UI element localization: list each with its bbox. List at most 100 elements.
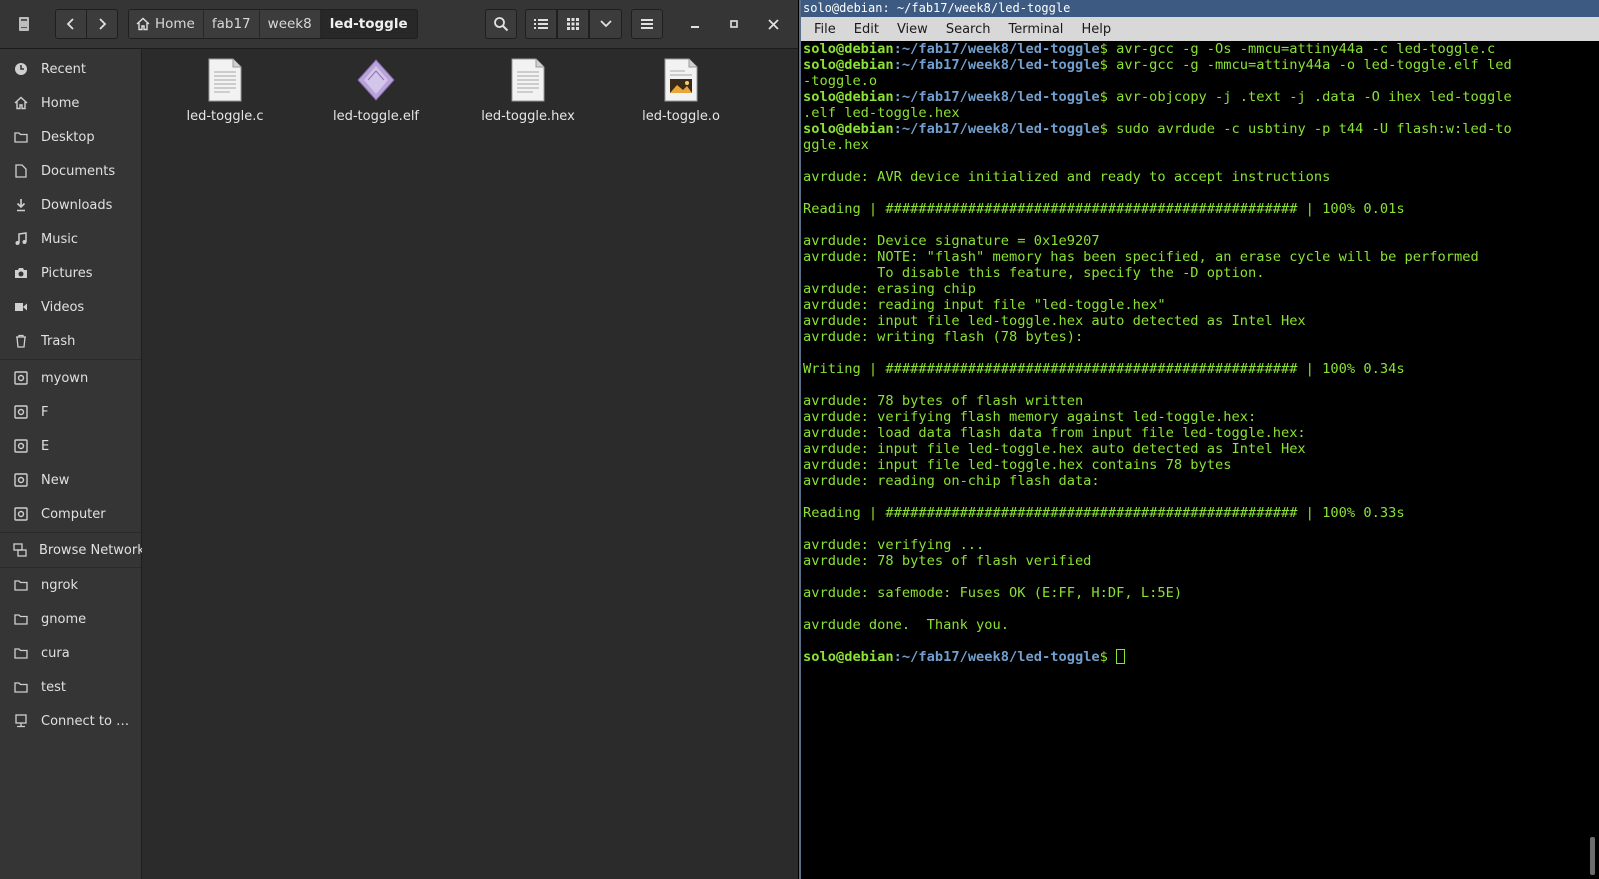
sidebar-item-e[interactable]: E xyxy=(0,429,141,463)
video-icon xyxy=(13,299,29,315)
minimize-button[interactable] xyxy=(679,9,711,39)
clock-icon xyxy=(13,61,29,77)
sidebar-item-label: Downloads xyxy=(41,197,113,213)
terminal-output-line: avrdude: 78 bytes of flash written xyxy=(803,393,1084,409)
path-crumb-home[interactable]: Home xyxy=(129,10,204,38)
sidebar-item-f[interactable]: F xyxy=(0,395,141,429)
sidebar-item-label: Connect to Server xyxy=(41,713,131,729)
view-options-button[interactable] xyxy=(589,9,622,39)
command-text: $ xyxy=(1099,649,1117,665)
sidebar-separator xyxy=(0,359,141,360)
music-icon xyxy=(13,231,29,247)
sidebar-item-ngrok[interactable]: ngrok xyxy=(0,568,141,602)
list-view-button[interactable] xyxy=(525,9,557,39)
grid-view-button[interactable] xyxy=(557,9,589,39)
sidebar-item-label: New xyxy=(41,472,70,488)
menu-view[interactable]: View xyxy=(888,22,937,37)
sidebar-item-label: Recent xyxy=(41,61,86,77)
download-icon xyxy=(13,197,29,213)
file-item[interactable]: led-toggle.elf xyxy=(306,57,446,124)
sidebar-item-label: Trash xyxy=(41,333,76,349)
terminal-prompt-line: solo@debian:~/fab17/week8/led-toggle$ av… xyxy=(803,57,1583,73)
file-manager-window: Home fab17 week8 led-toggle Recent Home … xyxy=(0,0,798,879)
command-text: $ avr-gcc -g -mmcu=attiny44a -o led-togg… xyxy=(1099,57,1512,73)
terminal-title-bar[interactable]: solo@debian: ~/fab17/week8/led-toggle xyxy=(801,0,1599,17)
maximize-button[interactable] xyxy=(718,9,750,39)
path-crumb-label: Home xyxy=(155,16,195,32)
terminal-output-line: avrdude: input file led-toggle.hex auto … xyxy=(803,441,1306,457)
sidebar-item-documents[interactable]: Documents xyxy=(0,154,141,188)
camera-icon xyxy=(13,265,29,281)
terminal-output-line: avrdude: erasing chip xyxy=(803,281,977,297)
terminal-output-line: Reading | ##############################… xyxy=(803,201,1405,217)
terminal-scrollbar[interactable] xyxy=(1590,837,1595,875)
menu-edit[interactable]: Edit xyxy=(845,22,888,37)
file-name: led-toggle.c xyxy=(186,109,264,124)
menu-button[interactable] xyxy=(631,9,663,39)
file-item[interactable]: led-toggle.hex xyxy=(458,57,598,124)
sidebar-item-videos[interactable]: Videos xyxy=(0,290,141,324)
trash-icon xyxy=(13,333,29,349)
sidebar-item-new[interactable]: New xyxy=(0,463,141,497)
terminal-prompt-line: solo@debian:~/fab17/week8/led-toggle$ av… xyxy=(803,41,1583,57)
terminal-window: solo@debian: ~/fab17/week8/led-toggle Fi… xyxy=(799,0,1599,879)
terminal-menubar: File Edit View Search Terminal Help xyxy=(801,17,1599,41)
chevron-left-icon xyxy=(66,18,74,30)
sidebar-item-downloads[interactable]: Downloads xyxy=(0,188,141,222)
terminal-output[interactable]: solo@debian:~/fab17/week8/led-toggle$ av… xyxy=(803,41,1583,879)
drive-icon xyxy=(13,370,29,386)
sidebar-item-home[interactable]: Home xyxy=(0,86,141,120)
sidebar-item-trash[interactable]: Trash xyxy=(0,324,141,358)
places-sidebar: Recent Home Desktop Documents Downloads … xyxy=(0,49,145,879)
folder-icon xyxy=(13,645,29,661)
drive-icon-button[interactable] xyxy=(8,9,40,39)
sidebar-item-myown[interactable]: myown xyxy=(0,361,141,395)
close-icon xyxy=(767,18,779,30)
file-name: led-toggle.o xyxy=(642,109,720,124)
sidebar-item-pictures[interactable]: Pictures xyxy=(0,256,141,290)
text-file-icon xyxy=(208,58,242,102)
menu-terminal[interactable]: Terminal xyxy=(999,22,1072,37)
prompt-user: solo@debian xyxy=(803,121,894,137)
prompt-user: solo@debian xyxy=(803,649,894,665)
sidebar-item-cura[interactable]: cura xyxy=(0,636,141,670)
menu-help[interactable]: Help xyxy=(1072,22,1120,37)
terminal-prompt-line: solo@debian:~/fab17/week8/led-toggle$ av… xyxy=(803,89,1583,105)
sidebar-item-connect-to-server[interactable]: Connect to Server xyxy=(0,704,141,738)
forward-button[interactable] xyxy=(86,9,118,39)
terminal-output-line: avrdude: reading input file "led-toggle.… xyxy=(803,297,1166,313)
menu-file[interactable]: File xyxy=(805,22,845,37)
sidebar-item-browse-network[interactable]: Browse Network xyxy=(0,533,145,567)
back-button[interactable] xyxy=(55,9,87,39)
terminal-output-line: -toggle.o xyxy=(803,73,878,89)
prompt-user: solo@debian xyxy=(803,57,894,73)
minimize-icon xyxy=(691,26,699,28)
file-item[interactable]: led-toggle.o xyxy=(611,57,751,124)
sidebar-item-recent[interactable]: Recent xyxy=(0,52,141,86)
terminal-output-line: avrdude: load data flash data from input… xyxy=(803,425,1306,441)
file-item[interactable]: led-toggle.c xyxy=(155,57,295,124)
binary-file-icon xyxy=(357,59,395,101)
sidebar-item-label: Computer xyxy=(41,506,106,522)
prompt-path: :~/fab17/week8/led-toggle xyxy=(893,41,1100,57)
terminal-prompt-line: solo@debian:~/fab17/week8/led-toggle$ su… xyxy=(803,121,1583,137)
terminal-output-line: avrdude: AVR device initialized and read… xyxy=(803,169,1331,185)
prompt-user: solo@debian xyxy=(803,41,894,57)
sidebar-item-music[interactable]: Music xyxy=(0,222,141,256)
sidebar-item-desktop[interactable]: Desktop xyxy=(0,120,141,154)
path-crumb-week8[interactable]: week8 xyxy=(259,10,321,38)
search-button[interactable] xyxy=(485,9,517,39)
path-crumb-current[interactable]: led-toggle xyxy=(320,10,417,38)
chevron-down-icon xyxy=(599,20,612,28)
sidebar-item-computer[interactable]: Computer xyxy=(0,497,141,531)
sidebar-item-label: myown xyxy=(41,370,89,386)
close-button[interactable] xyxy=(757,9,789,39)
path-crumb-fab17[interactable]: fab17 xyxy=(203,10,260,38)
sidebar-item-test[interactable]: test xyxy=(0,670,141,704)
server-icon xyxy=(13,713,29,729)
sidebar-item-gnome[interactable]: gnome xyxy=(0,602,141,636)
menu-search[interactable]: Search xyxy=(937,22,1000,37)
